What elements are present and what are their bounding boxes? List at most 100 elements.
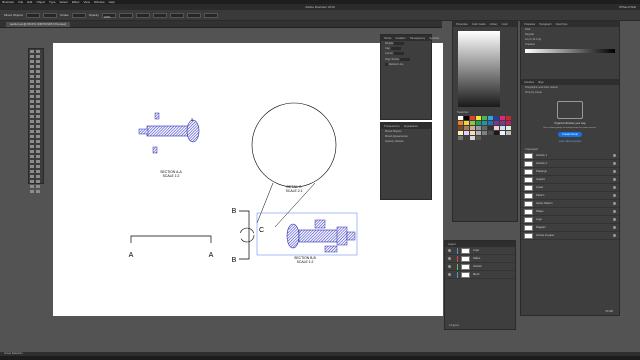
- stroke-align-buttons[interactable]: [399, 57, 410, 61]
- tool-icon[interactable]: [30, 95, 34, 98]
- color-swatch[interactable]: [469, 130, 475, 135]
- color-swatch[interactable]: [499, 125, 505, 130]
- tool-icon[interactable]: [30, 50, 34, 53]
- tool-icon[interactable]: [36, 165, 40, 168]
- color-swatch[interactable]: [493, 130, 499, 135]
- tool-icon[interactable]: [36, 175, 40, 178]
- color-swatch[interactable]: [457, 130, 463, 135]
- color-swatch[interactable]: [463, 135, 469, 140]
- tool-icon[interactable]: [36, 150, 40, 153]
- tool-icon[interactable]: [36, 105, 40, 108]
- style-field[interactable]: [118, 12, 133, 18]
- color-swatch[interactable]: [463, 115, 469, 120]
- library-item[interactable]: Logo: [521, 216, 619, 224]
- color-swatch[interactable]: [457, 115, 463, 120]
- stroke-weight-field[interactable]: [71, 12, 86, 18]
- tool-icon[interactable]: [30, 155, 34, 158]
- tool-icon[interactable]: [30, 175, 34, 178]
- tool-icon[interactable]: [30, 120, 34, 123]
- tool-icon[interactable]: [30, 105, 34, 108]
- tool-icon[interactable]: [36, 140, 40, 143]
- color-swatch[interactable]: [487, 125, 493, 130]
- tool-icon[interactable]: [36, 85, 40, 88]
- color-swatch[interactable]: [469, 120, 475, 125]
- tool-icon[interactable]: [36, 115, 40, 118]
- tool-icon[interactable]: [30, 140, 34, 143]
- tool-icon[interactable]: [30, 90, 34, 93]
- tool-icon[interactable]: [36, 65, 40, 68]
- tool-icon[interactable]: [36, 100, 40, 103]
- color-swatch[interactable]: [487, 120, 493, 125]
- color-swatch[interactable]: [487, 115, 493, 120]
- color-swatch[interactable]: [493, 115, 499, 120]
- tool-icon[interactable]: [36, 50, 40, 53]
- tool-icon[interactable]: [30, 150, 34, 153]
- learn-groups-link[interactable]: Learn about groups: [521, 139, 619, 144]
- visibility-eye-icon[interactable]: [448, 257, 451, 260]
- font-size-field[interactable]: 12 pt: [525, 38, 531, 41]
- color-swatch[interactable]: [493, 120, 499, 125]
- dashed-line-checkbox[interactable]: [385, 62, 388, 66]
- section-aa-part[interactable]: [138, 112, 200, 154]
- color-swatch[interactable]: [499, 130, 505, 135]
- color-swatch[interactable]: [481, 125, 487, 130]
- tool-icon[interactable]: [36, 90, 40, 93]
- tool-icon[interactable]: [30, 160, 34, 163]
- tab-library[interactable]: Library: [490, 23, 498, 26]
- tab-align[interactable]: Align: [538, 81, 544, 84]
- tool-icon[interactable]: [36, 185, 40, 188]
- tab-paragraph[interactable]: Paragraph: [539, 23, 551, 26]
- tool-icon[interactable]: [30, 130, 34, 133]
- tab-transparency[interactable]: Transparency: [409, 37, 425, 40]
- tab-gradient[interactable]: Gradient: [396, 37, 406, 40]
- tool-icon[interactable]: [30, 80, 34, 83]
- tool-icon[interactable]: [30, 125, 34, 128]
- gradient-spectrum[interactable]: [458, 31, 500, 107]
- appearance-opacity[interactable]: Opacity: Default: [381, 139, 431, 144]
- color-swatch[interactable]: [475, 115, 481, 120]
- tool-icon[interactable]: [36, 135, 40, 138]
- leading-field[interactable]: (14.4 pt): [532, 38, 542, 41]
- layer-row[interactable]: Linjer: [445, 247, 515, 255]
- tool-icon[interactable]: [36, 55, 40, 58]
- y-field[interactable]: [169, 12, 184, 18]
- tab-libraries[interactable]: Libraries: [524, 81, 534, 84]
- color-swatch[interactable]: [457, 120, 463, 125]
- tool-icon[interactable]: [30, 70, 34, 73]
- tool-icon[interactable]: [30, 115, 34, 118]
- tab-color-guide[interactable]: Color Guide: [472, 23, 486, 26]
- library-item[interactable]: Vector Pattern: [521, 200, 619, 208]
- gradient-slider[interactable]: [525, 49, 615, 53]
- color-swatch[interactable]: [469, 125, 475, 130]
- color-swatch[interactable]: [457, 135, 463, 140]
- tool-icon[interactable]: [36, 145, 40, 148]
- library-item[interactable]: Shape: [521, 208, 619, 216]
- color-swatch[interactable]: [481, 120, 487, 125]
- color-swatch[interactable]: [505, 130, 511, 135]
- tool-icon[interactable]: [36, 125, 40, 128]
- library-item[interactable]: Pattern: [521, 192, 619, 200]
- tool-icon[interactable]: [36, 130, 40, 133]
- view-by-select[interactable]: View by Group: [521, 90, 619, 95]
- tool-icon[interactable]: [30, 165, 34, 168]
- document-tab[interactable]: section.ai @ 66.6% (CMYK/GPU Preview): [6, 22, 71, 27]
- width-field[interactable]: [186, 12, 201, 18]
- tool-icon[interactable]: [30, 75, 34, 78]
- color-swatch[interactable]: [475, 125, 481, 130]
- library-item[interactable]: Artwork 2: [521, 160, 619, 168]
- tool-icon[interactable]: [36, 95, 40, 98]
- library-item[interactable]: Drawings: [521, 168, 619, 176]
- color-swatch[interactable]: [463, 130, 469, 135]
- tool-icon[interactable]: [36, 170, 40, 173]
- visibility-eye-icon[interactable]: [448, 249, 451, 252]
- tab-layers[interactable]: Layers: [448, 243, 456, 246]
- library-item[interactable]: Arrows of paper: [521, 232, 619, 240]
- stroke-cap-buttons[interactable]: [390, 47, 401, 51]
- visibility-eye-icon[interactable]: [448, 265, 451, 268]
- height-field[interactable]: [203, 12, 218, 18]
- tab-symbols[interactable]: Symbols: [429, 37, 439, 40]
- color-swatch[interactable]: [457, 125, 463, 130]
- tool-icon[interactable]: [30, 85, 34, 88]
- tool-icon[interactable]: [36, 190, 40, 193]
- library-item[interactable]: Diagram: [521, 224, 619, 232]
